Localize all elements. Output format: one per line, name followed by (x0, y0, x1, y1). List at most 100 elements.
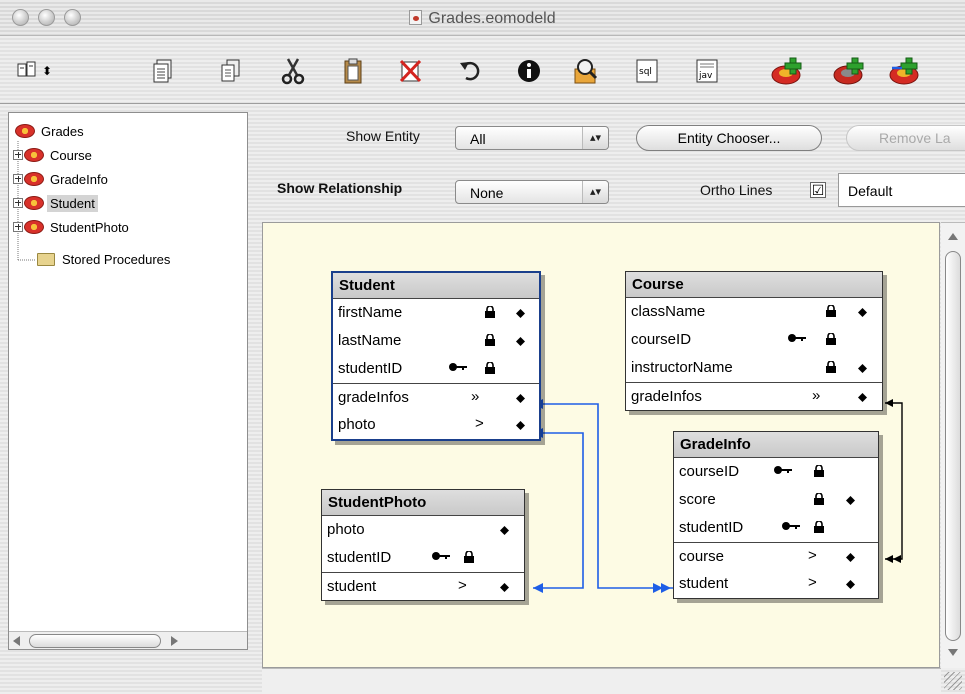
entity-title: GradeInfo (674, 432, 878, 458)
tree-item-studentphoto[interactable]: StudentPhoto (13, 215, 132, 239)
entity-student[interactable]: Student firstName lastName studentID gra… (331, 271, 541, 441)
scroll-thumb[interactable] (945, 251, 961, 641)
relationship-name: student (327, 578, 377, 595)
connector-course-gradeinfo (885, 402, 903, 560)
attribute-row[interactable]: studentID (333, 355, 539, 383)
tree-item-label: Student (47, 194, 98, 212)
tree-item-student[interactable]: Student (13, 191, 98, 215)
outline-horizontal-scrollbar[interactable] (9, 631, 247, 649)
tree-root-label: Grades (41, 123, 84, 139)
attribute-row[interactable]: courseID (674, 458, 878, 486)
model-icon (15, 124, 35, 138)
to-one-icon: > (808, 547, 817, 564)
class-property-diamond-icon (516, 337, 525, 346)
view-mode-icon[interactable]: ⬍ (16, 56, 56, 86)
entity-studentphoto[interactable]: StudentPhoto photo studentID student > (321, 489, 525, 601)
java-icon[interactable]: jav (692, 56, 722, 86)
lock-icon (485, 362, 495, 374)
attribute-name: className (631, 303, 706, 320)
copy-icon[interactable] (216, 56, 246, 86)
popup-arrows-icon: ▴▾ (582, 181, 608, 203)
lock-icon (814, 521, 824, 533)
expand-toggle-icon[interactable] (13, 150, 23, 160)
scroll-thumb[interactable] (29, 634, 161, 648)
relationship-row[interactable]: photo > (333, 411, 539, 439)
diagram-canvas[interactable]: Student firstName lastName studentID gra… (262, 222, 940, 668)
window-title: Grades.eomodeld (428, 10, 556, 27)
attribute-row[interactable]: instructorName (626, 354, 882, 382)
cut-icon[interactable] (278, 56, 308, 86)
class-property-diamond-icon (846, 553, 855, 562)
attribute-name: score (679, 491, 716, 508)
attribute-name: studentID (327, 549, 392, 566)
attribute-row[interactable]: lastName (333, 327, 539, 355)
relationship-name: gradeInfos (631, 388, 702, 405)
attribute-row[interactable]: className (626, 298, 882, 326)
relationship-row[interactable]: student > (674, 570, 878, 598)
scroll-right-arrow-icon[interactable] (171, 636, 178, 646)
relationship-row[interactable]: student > (322, 572, 524, 600)
expand-toggle-icon[interactable] (13, 222, 23, 232)
remove-button[interactable]: Remove La (846, 125, 965, 151)
expand-toggle-icon[interactable] (13, 198, 23, 208)
show-entity-popup[interactable]: All ▴▾ (455, 126, 609, 150)
attribute-row[interactable]: courseID (626, 326, 882, 354)
resize-grip-icon[interactable] (944, 672, 962, 690)
relationship-row[interactable]: gradeInfos » (626, 382, 882, 410)
svg-text:jav: jav (698, 71, 713, 81)
relationship-row[interactable]: gradeInfos » (333, 383, 539, 411)
attribute-row[interactable]: studentID (322, 544, 524, 572)
canvas-vertical-scrollbar[interactable] (941, 222, 965, 668)
attribute-name: studentID (679, 519, 744, 536)
delete-icon[interactable] (396, 56, 426, 86)
attribute-row[interactable]: studentID (674, 514, 878, 542)
tree-item-gradeinfo[interactable]: GradeInfo (13, 167, 111, 191)
primary-key-icon (782, 522, 800, 530)
attribute-row[interactable]: firstName (333, 299, 539, 327)
new-icon[interactable] (148, 56, 178, 86)
to-many-icon: » (812, 387, 821, 404)
inspect-icon[interactable] (570, 56, 600, 86)
add-relationship-icon[interactable] (888, 56, 924, 86)
lock-icon (485, 334, 495, 346)
default-combo-field[interactable]: Default (838, 173, 965, 207)
attribute-name: instructorName (631, 359, 733, 376)
relationship-row[interactable]: course > (674, 542, 878, 570)
sql-icon[interactable]: sql (632, 56, 662, 86)
to-one-icon: > (808, 574, 817, 591)
entity-icon (24, 196, 44, 210)
primary-key-icon (449, 363, 467, 371)
ortho-lines-checkbox[interactable]: ☑ (810, 182, 826, 198)
tree-item-label: Stored Procedures (62, 251, 171, 267)
show-entity-value: All (470, 131, 486, 147)
lock-icon (464, 551, 474, 563)
svg-text:sql: sql (639, 67, 652, 77)
class-property-diamond-icon (516, 309, 525, 318)
relationship-name: photo (338, 416, 376, 433)
connector-gradeinfo-student (533, 403, 673, 589)
scroll-left-arrow-icon[interactable] (13, 636, 20, 646)
tree-item-course[interactable]: Course (13, 143, 95, 167)
paste-icon[interactable] (338, 56, 368, 86)
entity-course[interactable]: Course className courseID instructorName… (625, 271, 883, 411)
toolbar: ⬍ sql jav (0, 36, 965, 104)
class-property-diamond-icon (516, 394, 525, 403)
add-attribute-icon[interactable] (832, 56, 868, 86)
attribute-row[interactable]: photo (322, 516, 524, 544)
show-relationship-label: Show Relationship (277, 180, 403, 196)
expand-toggle-icon[interactable] (13, 174, 23, 184)
entity-chooser-button[interactable]: Entity Chooser... (636, 125, 822, 151)
attribute-row[interactable]: score (674, 486, 878, 514)
show-relationship-value: None (470, 185, 504, 201)
tree-root-grades[interactable]: Grades (15, 119, 87, 143)
undo-icon[interactable] (456, 56, 486, 86)
entity-gradeinfo[interactable]: GradeInfo courseID score studentID cours… (673, 431, 879, 599)
canvas-horizontal-scrollbar[interactable] (262, 668, 941, 694)
scroll-down-arrow-icon[interactable] (948, 649, 958, 656)
folder-icon (37, 252, 55, 266)
scroll-up-arrow-icon[interactable] (948, 233, 958, 240)
show-relationship-popup[interactable]: None ▴▾ (455, 180, 609, 204)
info-icon[interactable] (514, 56, 544, 86)
add-entity-icon[interactable] (770, 56, 806, 86)
tree-item-stored-procedures[interactable]: Stored Procedures (37, 247, 173, 271)
